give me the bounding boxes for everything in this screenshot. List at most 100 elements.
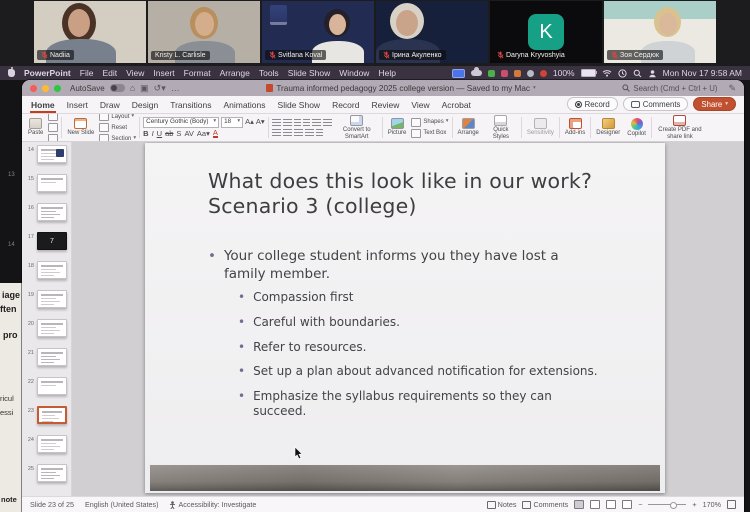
tab-review[interactable]: Review <box>370 98 400 113</box>
slide-thumbnail[interactable]: 7 <box>37 232 67 250</box>
participant-tile[interactable]: Nadiia <box>34 1 146 63</box>
menubar-menu-item[interactable]: View <box>126 68 144 78</box>
arrange-button[interactable]: Arrange <box>456 118 481 137</box>
picture-button[interactable]: Picture <box>386 118 409 137</box>
justify-button[interactable] <box>305 129 314 137</box>
underline-button[interactable]: U <box>157 130 162 138</box>
wifi-icon[interactable] <box>602 69 612 77</box>
increase-indent-button[interactable] <box>303 119 310 127</box>
participant-tile[interactable]: Kristy L. Carlisle <box>148 1 260 63</box>
control-center-icon[interactable] <box>618 69 627 78</box>
zoom-window-button[interactable] <box>54 85 61 92</box>
slide-thumbnail[interactable] <box>37 145 67 163</box>
slide-footer-photo[interactable] <box>150 465 660 491</box>
participant-tile[interactable]: Зоя Сердюк <box>604 1 716 63</box>
decrease-indent-button[interactable] <box>294 119 301 127</box>
normal-view-button[interactable] <box>574 500 584 509</box>
language-indicator[interactable]: English (United States) <box>85 500 159 509</box>
shapes-button[interactable]: Shapes▾ <box>411 118 448 127</box>
minimize-button[interactable] <box>42 85 49 92</box>
zoom-in-button[interactable]: + <box>692 500 696 509</box>
font-size-select[interactable]: 18▾ <box>221 117 243 128</box>
zoom-slider-knob[interactable] <box>670 502 677 509</box>
sensitivity-button[interactable]: Sensitivity <box>525 118 556 137</box>
menubar-clock[interactable]: Mon Nov 17 9:58 AM <box>663 68 742 78</box>
slide-canvas[interactable]: What does this look like in our work? Sc… <box>145 143 665 493</box>
app-status-icon[interactable] <box>527 70 534 77</box>
section-button[interactable]: Section▾ <box>99 134 136 142</box>
quick-styles-button[interactable]: Quick Styles <box>484 115 518 141</box>
search-field[interactable]: Search (Cmd + Ctrl + U) <box>622 84 717 93</box>
share-button[interactable]: Share ▾ <box>693 97 736 111</box>
menubar-menu-item[interactable]: Insert <box>153 68 174 78</box>
align-left-button[interactable] <box>272 129 281 137</box>
autosave-toggle[interactable] <box>110 84 125 92</box>
slide-thumbnail[interactable] <box>37 406 67 424</box>
text-shadow-button[interactable]: S <box>176 130 181 138</box>
accessibility-status[interactable]: Accessibility: Investigate <box>169 500 256 509</box>
zoom-out-button[interactable]: − <box>638 500 642 509</box>
new-slide-button[interactable]: New Slide <box>65 118 96 137</box>
shrink-font-button[interactable]: A▾ <box>256 118 265 126</box>
close-button[interactable] <box>30 85 37 92</box>
layout-button[interactable]: Layout▾ <box>99 114 136 121</box>
paste-button[interactable]: Paste <box>26 118 45 137</box>
text-direction-button[interactable] <box>323 119 332 127</box>
slide-thumbnail[interactable] <box>37 290 67 308</box>
reading-view-button[interactable] <box>606 500 616 509</box>
slide-sorter-view-button[interactable] <box>590 500 600 509</box>
menubar-menu-item[interactable]: File <box>80 68 94 78</box>
text-box-button[interactable]: Text Box <box>411 129 448 138</box>
tab-animations[interactable]: Animations <box>222 98 266 113</box>
menubar-menu-item[interactable]: Tools <box>259 68 279 78</box>
format-painter-button[interactable] <box>48 134 58 142</box>
character-spacing-button[interactable]: AV <box>184 130 193 138</box>
participant-tile[interactable]: KDaryna Kryvoshyia <box>490 1 602 63</box>
slide-thumbnail[interactable] <box>37 435 67 453</box>
slide-thumbnail[interactable] <box>37 174 67 192</box>
app-status-icon[interactable] <box>501 70 508 77</box>
convert-smartart-button[interactable]: Convert to SmartArt <box>335 115 379 141</box>
menubar-menu-item[interactable]: Edit <box>102 68 117 78</box>
zoom-slider[interactable] <box>648 504 686 505</box>
italic-button[interactable]: I <box>152 130 154 138</box>
spotlight-search-icon[interactable] <box>633 69 642 78</box>
zoom-percentage[interactable]: 170% <box>703 500 721 509</box>
bullets-button[interactable] <box>272 119 281 127</box>
slideshow-button[interactable] <box>622 500 632 509</box>
font-name-select[interactable]: Century Gothic (Body)▾ <box>143 117 219 128</box>
record-button[interactable]: Record <box>567 97 618 111</box>
reset-button[interactable]: Reset <box>99 123 136 132</box>
copilot-button[interactable]: Copilot <box>625 118 648 138</box>
slide-thumbnail[interactable] <box>37 203 67 221</box>
tab-transitions[interactable]: Transitions <box>169 98 212 113</box>
comments-button[interactable]: Comments <box>623 97 689 111</box>
menubar-menu-item[interactable]: Help <box>378 68 395 78</box>
font-color-button[interactable]: A <box>213 130 218 139</box>
tab-acrobat[interactable]: Acrobat <box>441 98 472 113</box>
cloud-icon[interactable] <box>471 70 482 76</box>
copy-button[interactable] <box>48 123 58 132</box>
change-case-button[interactable]: Aa▾ <box>197 130 210 138</box>
document-title[interactable]: Trauma informed pedagogy 2025 college ve… <box>266 84 535 93</box>
menubar-menu-item[interactable]: Arrange <box>220 68 250 78</box>
participant-tile[interactable]: Ірина Акуленко <box>376 1 488 63</box>
comments-toggle-button[interactable]: Comments <box>522 500 568 509</box>
menubar-app-name[interactable]: PowerPoint <box>24 68 71 78</box>
align-center-button[interactable] <box>283 129 292 137</box>
menubar-menu-item[interactable]: Format <box>184 68 211 78</box>
designer-button[interactable]: Designer <box>594 118 622 137</box>
slide-bullet-list[interactable]: •Your college student informs you they h… <box>208 247 638 429</box>
slide-thumbnail[interactable] <box>37 464 67 482</box>
tab-design[interactable]: Design <box>131 98 159 113</box>
more-icon[interactable]: … <box>171 84 180 93</box>
tab-record[interactable]: Record <box>331 98 360 113</box>
tab-draw[interactable]: Draw <box>99 98 121 113</box>
cut-button[interactable] <box>48 114 58 121</box>
user-switch-icon[interactable] <box>648 69 657 78</box>
fit-slide-button[interactable] <box>727 500 736 509</box>
home-icon[interactable]: ⌂ <box>130 84 135 93</box>
app-status-icon[interactable] <box>514 70 521 77</box>
menubar-menu-item[interactable]: Slide Show <box>288 68 331 78</box>
notes-button[interactable]: Notes <box>487 500 517 509</box>
